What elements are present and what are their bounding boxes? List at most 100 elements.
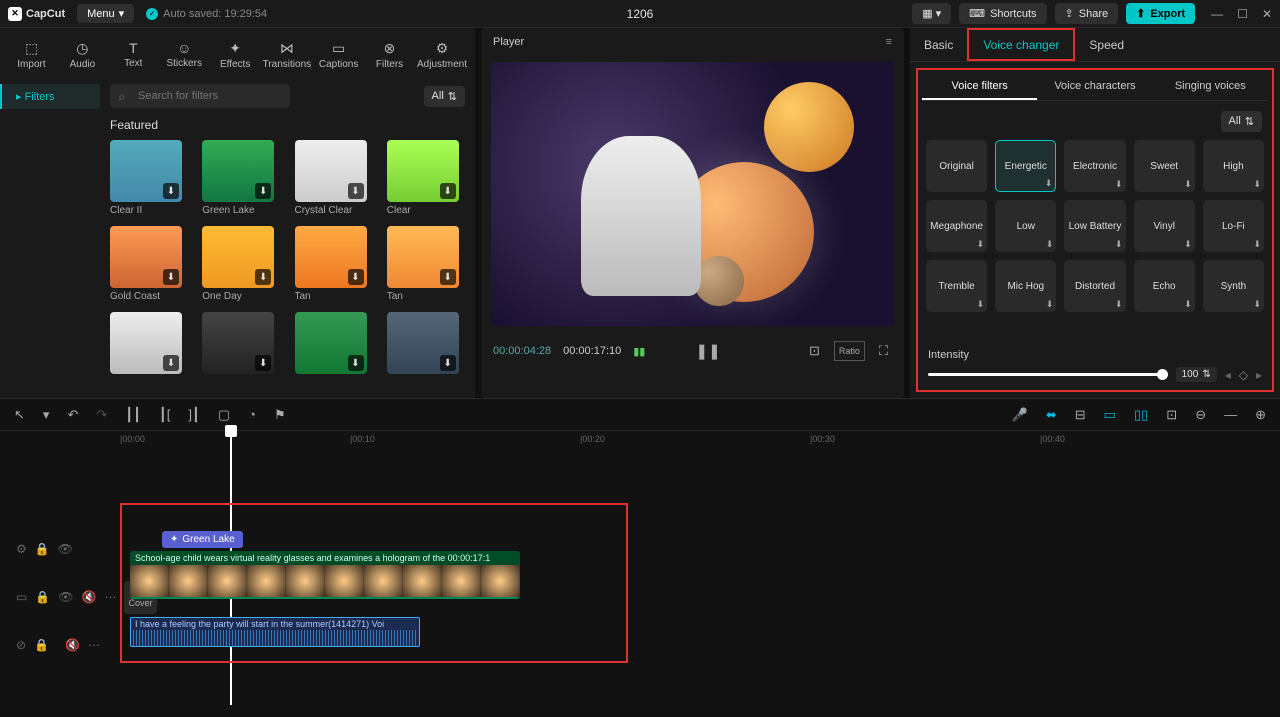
clip-audio-main[interactable]: I have a feeling the party will start in… — [130, 617, 420, 647]
tab-audio[interactable]: ◷Audio — [57, 34, 108, 76]
eye-icon[interactable]: 👁 — [58, 590, 73, 604]
voice-all-button[interactable]: All ⇅ — [1221, 111, 1262, 132]
voice-low[interactable]: Low⬇ — [995, 200, 1056, 252]
filter-tan-1[interactable]: ⬇Tan — [295, 226, 367, 302]
voice-low-battery[interactable]: Low Battery⬇ — [1064, 200, 1125, 252]
undo-button[interactable]: ↶ — [63, 405, 82, 425]
subnav-filters[interactable]: ▸ Filters — [0, 84, 100, 109]
voice-echo[interactable]: Echo⬇ — [1134, 260, 1195, 312]
filter-one-day[interactable]: ⬇One Day — [202, 226, 274, 302]
voice-megaphone[interactable]: Megaphone⬇ — [926, 200, 987, 252]
crop-tool[interactable]: ▢ — [214, 405, 234, 425]
tab-text[interactable]: TText — [108, 34, 159, 76]
keyframe-icon[interactable]: ◇ — [1239, 368, 1248, 382]
voice-original[interactable]: Original — [926, 140, 987, 192]
film-icon[interactable]: ▭ — [16, 590, 27, 604]
voice-lofi[interactable]: Lo-Fi⬇ — [1203, 200, 1264, 252]
download-icon[interactable]: ⬇ — [163, 183, 179, 199]
flag-tool[interactable]: ⚑ — [270, 405, 290, 425]
snap-button[interactable]: ⬌ — [1042, 405, 1061, 425]
tab-voice-changer[interactable]: Voice changer — [967, 28, 1075, 61]
intensity-value[interactable]: 100 ⇅ — [1176, 367, 1217, 382]
marker-tool[interactable]: ◔ — [244, 405, 260, 424]
settings-icon[interactable]: ⚙ — [16, 542, 27, 556]
clip-filter-green-lake[interactable]: ✦ Green Lake — [162, 531, 243, 548]
filter-item[interactable]: ⬇ — [110, 312, 182, 374]
download-icon[interactable]: ⬇ — [163, 269, 179, 285]
preview-button[interactable]: ▭ — [1100, 405, 1120, 425]
mic-button[interactable]: 🎤 — [1008, 405, 1032, 425]
voice-tremble[interactable]: Tremble⬇ — [926, 260, 987, 312]
zoom-in-button[interactable]: ⊕ — [1251, 405, 1270, 425]
download-icon[interactable]: ⬇ — [348, 355, 364, 371]
filter-gold-coast[interactable]: ⬇Gold Coast — [110, 226, 182, 302]
voice-high[interactable]: High⬇ — [1203, 140, 1264, 192]
layout-button[interactable]: ▦ ▾ — [912, 3, 951, 24]
keyframe-prev-icon[interactable]: ◂ — [1225, 368, 1231, 382]
clip-video-main[interactable]: School-age child wears virtual reality g… — [130, 551, 520, 599]
download-icon[interactable]: ⬇ — [255, 183, 271, 199]
download-icon[interactable]: ⬇ — [440, 183, 456, 199]
timeline-ruler[interactable]: |00:00 |00:10 |00:20 |00:30 |00:40 — [110, 431, 1280, 451]
settings-button[interactable]: ⊡ — [1162, 405, 1181, 425]
fullscreen-button[interactable]: ⛶ — [875, 341, 892, 361]
tab-stickers[interactable]: ☺Stickers — [159, 34, 210, 76]
filter-clear[interactable]: ⬇Clear — [387, 140, 459, 216]
tab-transitions[interactable]: ⋈Transitions — [261, 34, 314, 76]
ratio-button[interactable]: Ratio — [834, 341, 865, 361]
intensity-slider[interactable] — [928, 373, 1168, 376]
split-tool[interactable]: ┃┃ — [121, 405, 145, 425]
download-icon[interactable]: ⬇ — [440, 269, 456, 285]
download-icon[interactable]: ⬇ — [440, 355, 456, 371]
share-button[interactable]: ⇪ Share — [1055, 3, 1119, 24]
download-icon[interactable]: ⬇ — [255, 355, 271, 371]
split-left-tool[interactable]: ┃[ — [155, 405, 174, 425]
voice-mic-hog[interactable]: Mic Hog⬇ — [995, 260, 1056, 312]
tab-captions[interactable]: ▭Captions — [313, 34, 364, 76]
filter-item[interactable]: ⬇ — [387, 312, 459, 374]
mute-icon[interactable]: 🔇 — [65, 638, 80, 652]
voice-vinyl[interactable]: Vinyl⬇ — [1134, 200, 1195, 252]
more-icon[interactable]: ⋯ — [88, 638, 100, 652]
voice-energetic[interactable]: Energetic⬇ — [995, 140, 1056, 192]
zoom-out-button[interactable]: ⊖ — [1191, 405, 1210, 425]
mute-icon[interactable]: 🔇 — [82, 590, 97, 604]
maximize-icon[interactable]: ☐ — [1237, 7, 1248, 21]
subtab-voice-filters[interactable]: Voice filters — [922, 74, 1037, 100]
track-button[interactable]: ▯▯ — [1130, 405, 1152, 425]
link-button[interactable]: ⊟ — [1071, 405, 1090, 425]
audio-level-icon[interactable]: ▮▮ — [633, 345, 645, 358]
download-icon[interactable]: ⬇ — [163, 355, 179, 371]
select-tool[interactable]: ↖ — [10, 405, 29, 425]
voice-distorted[interactable]: Distorted⬇ — [1064, 260, 1125, 312]
lock-icon[interactable]: 🔒 — [35, 590, 50, 604]
filter-item[interactable]: ⬇ — [202, 312, 274, 374]
player-menu-icon[interactable]: ≡ — [886, 36, 892, 48]
redo-button[interactable]: ↷ — [92, 405, 111, 425]
filter-item[interactable]: ⬇ — [295, 312, 367, 374]
download-icon[interactable]: ⬇ — [348, 183, 364, 199]
all-filter-button[interactable]: All ⇅ — [424, 86, 465, 107]
keyframe-next-icon[interactable]: ▸ — [1256, 368, 1262, 382]
download-icon[interactable]: ⬇ — [348, 269, 364, 285]
subtab-singing-voices[interactable]: Singing voices — [1153, 74, 1268, 100]
snapshot-button[interactable]: ⊡ — [805, 341, 824, 361]
player-viewport[interactable] — [491, 62, 894, 326]
filter-crystal-clear[interactable]: ⬇Crystal Clear — [295, 140, 367, 216]
search-input[interactable] — [110, 84, 290, 108]
filter-tan-2[interactable]: ⬇Tan — [387, 226, 459, 302]
voice-sweet[interactable]: Sweet⬇ — [1134, 140, 1195, 192]
tab-effects[interactable]: ✦Effects — [210, 34, 261, 76]
tab-filters[interactable]: ⊗Filters — [364, 34, 415, 76]
export-button[interactable]: ⬆ Export — [1126, 3, 1195, 24]
tool-dropdown[interactable]: ▾ — [39, 405, 54, 425]
subtab-voice-characters[interactable]: Voice characters — [1037, 74, 1152, 100]
filter-clear-ii[interactable]: ⬇Clear II — [110, 140, 182, 216]
close-icon[interactable]: ✕ — [1262, 7, 1272, 21]
tab-adjustment[interactable]: ⚙Adjustment — [415, 34, 469, 76]
eye-icon[interactable]: 👁 — [58, 542, 73, 556]
split-right-tool[interactable]: ]┃ — [184, 405, 203, 425]
play-pause-button[interactable]: ❚❚ — [692, 340, 725, 362]
menu-button[interactable]: Menu▾ — [77, 4, 134, 23]
zoom-slider[interactable]: — — [1220, 405, 1241, 425]
